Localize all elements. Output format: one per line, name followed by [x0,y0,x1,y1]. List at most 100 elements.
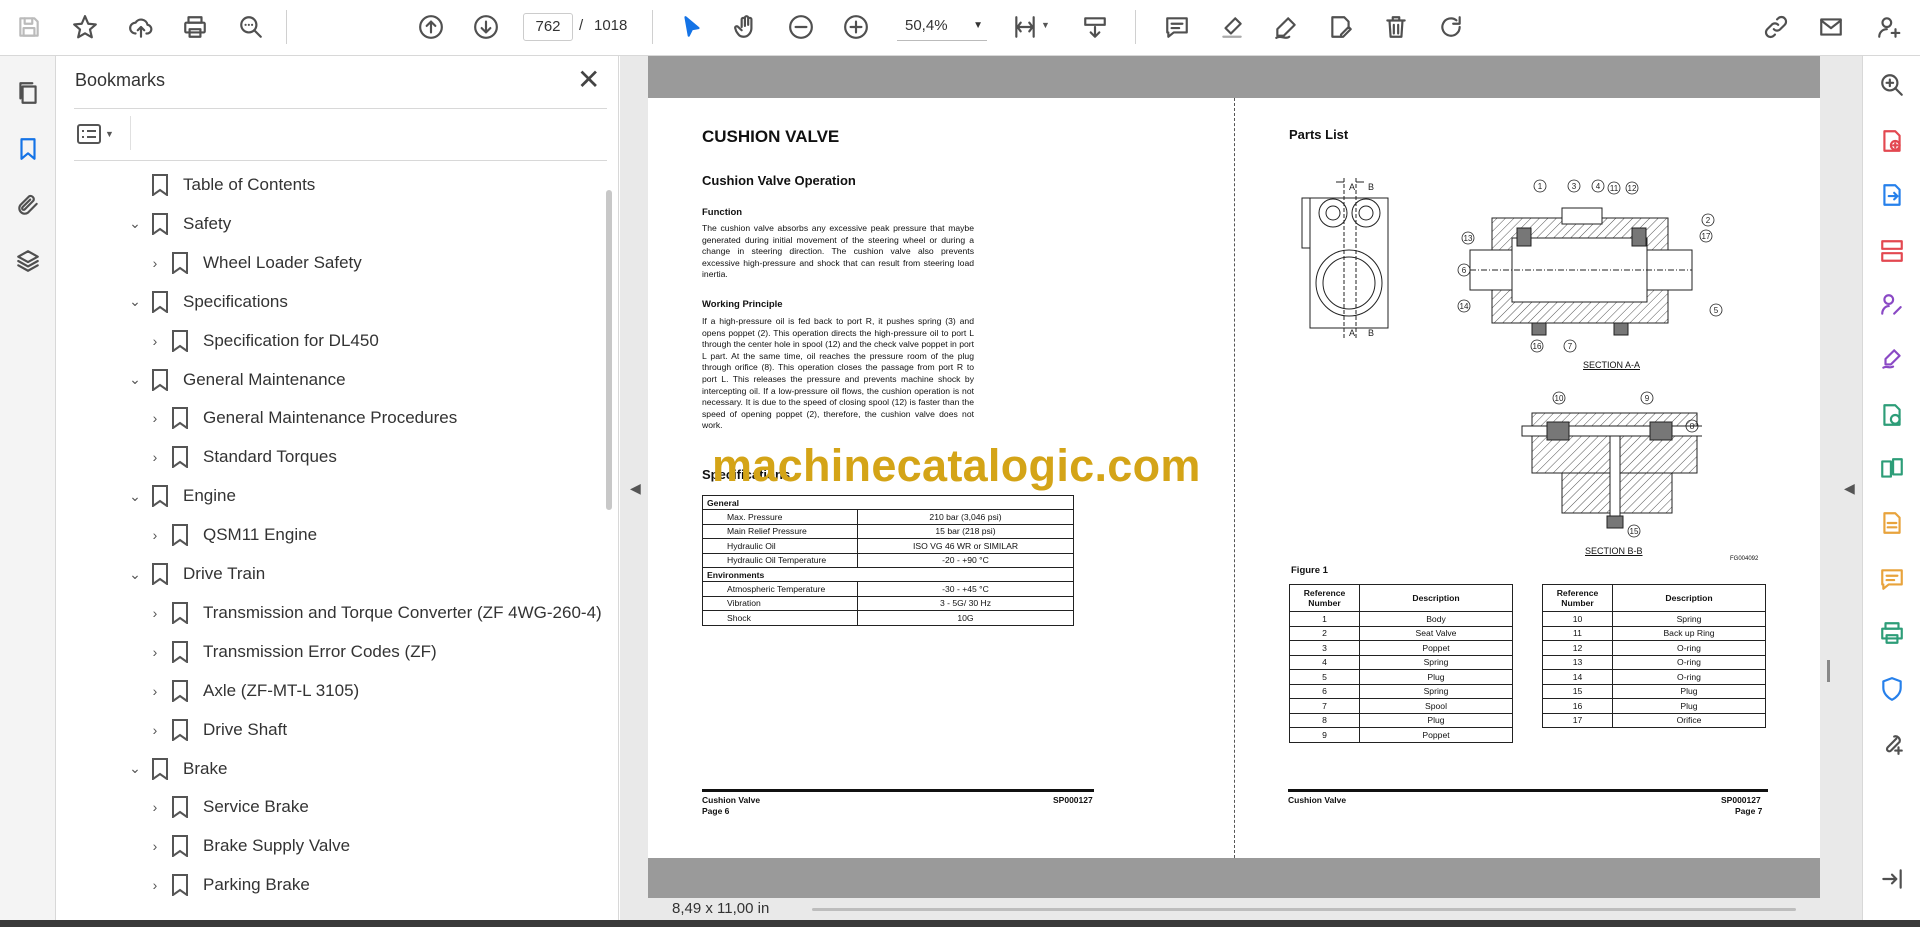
upload-cloud-icon[interactable] [124,10,158,44]
expand-panel-icon[interactable] [1877,864,1907,894]
horizontal-scrollbar[interactable] [812,908,1796,911]
bookmark-item[interactable]: ⌄ Safety [125,206,231,242]
bookmark-item[interactable]: › Wheel Loader Safety [145,245,362,281]
edit-text-icon[interactable] [1324,10,1358,44]
export-pdf-icon[interactable] [1877,180,1907,210]
valve-side-view-drawing: A B A B [1301,178,1389,338]
chevron-down-icon[interactable]: ▼ [1041,20,1050,30]
collapse-left-icon[interactable]: ◀ [630,480,641,497]
chevron-right-icon[interactable]: › [145,722,165,738]
bookmark-item[interactable]: › Specification for DL450 [145,323,379,359]
left-nav-rail [0,56,56,927]
bookmark-options-button[interactable]: ▼ [77,120,125,148]
chevron-right-icon[interactable]: › [145,255,165,271]
highlight-icon[interactable] [1215,10,1249,44]
chevron-right-icon[interactable]: › [145,333,165,349]
find-zoom-icon[interactable] [234,10,268,44]
chevron-down-icon[interactable]: ⌄ [125,760,145,777]
chevron-down-icon[interactable]: ⌄ [125,488,145,505]
fill-sign-icon[interactable] [1877,344,1907,374]
bookmark-label: Parking Brake [203,875,310,895]
chevron-right-icon[interactable]: › [145,877,165,893]
bookmark-item[interactable]: ⌄ General Maintenance [125,362,346,398]
chevron-down-icon[interactable]: ⌄ [125,215,145,232]
organize-pages-icon[interactable] [1877,236,1907,266]
chevron-right-icon[interactable]: › [145,605,165,621]
bookmark-item[interactable]: › Transmission and Torque Converter (ZF 4… [145,595,602,631]
chevron-right-icon[interactable]: › [145,683,165,699]
column-header: Description [1359,584,1513,612]
list-options-icon [77,124,101,144]
chevron-right-icon[interactable]: › [145,527,165,543]
bookmark-item[interactable]: ⌄ Specifications [125,284,288,320]
bookmark-item[interactable]: › General Maintenance Procedures [145,400,457,436]
create-pdf-icon[interactable] [1877,126,1907,156]
footer-rule [1288,789,1768,792]
figure-code: FG004092 [1730,556,1759,562]
send-for-review-icon[interactable] [1877,400,1907,430]
zoom-level-select[interactable]: 50,4% ▼ [897,13,987,41]
vertical-scrollbar[interactable] [1827,660,1830,682]
bookmark-label: Axle (ZF-MT-L 3105) [203,680,360,700]
bookmarks-scrollbar[interactable] [606,190,612,510]
page-number-input[interactable]: 762 [523,13,573,41]
more-tools-icon[interactable] [1877,728,1907,758]
comment-tool-icon[interactable] [1877,564,1907,594]
bookmark-label: Engine [183,486,236,506]
bookmark-item[interactable]: ⌄ Engine [125,478,236,514]
request-signature-icon[interactable] [1877,290,1907,320]
chevron-right-icon[interactable]: › [145,644,165,660]
scrolling-mode-icon[interactable] [1078,10,1112,44]
share-link-icon[interactable] [1759,10,1793,44]
save-icon[interactable] [12,10,46,44]
email-icon[interactable] [1814,10,1848,44]
page-thumbnails-icon[interactable] [11,76,45,110]
draw-icon[interactable] [1269,10,1303,44]
compare-files-icon[interactable] [1877,454,1907,484]
bookmark-item[interactable]: ⌄ Brake [125,751,227,787]
chevron-down-icon[interactable]: ⌄ [125,293,145,310]
star-icon[interactable] [68,10,102,44]
zoom-out-icon[interactable] [784,10,818,44]
chevron-right-icon[interactable]: › [145,838,165,854]
bookmark-icon[interactable] [11,132,45,166]
chevron-down-icon[interactable]: ⌄ [125,371,145,388]
print-production-icon[interactable] [1877,618,1907,648]
bookmark-item[interactable]: › Parking Brake [145,867,310,903]
page-fit-icon[interactable] [1008,10,1042,44]
bookmark-item[interactable]: › Standard Torques [145,439,337,475]
print-icon[interactable] [178,10,212,44]
bookmark-item[interactable]: › Service Brake [145,789,309,825]
chevron-right-icon[interactable]: › [145,799,165,815]
zoom-search-icon[interactable] [1877,70,1907,100]
previous-page-icon[interactable] [414,10,448,44]
chevron-down-icon[interactable]: ⌄ [125,566,145,583]
bookmark-item[interactable]: › QSM11 Engine [145,517,317,553]
bookmark-item[interactable]: ⌄ Drive Train [125,556,265,592]
attachment-icon[interactable] [11,188,45,222]
close-icon[interactable]: ✕ [577,66,600,94]
rotate-icon[interactable] [1434,10,1468,44]
table-header-row: Reference Number Description [1289,584,1513,612]
next-page-icon[interactable] [469,10,503,44]
bookmark-item[interactable]: › Axle (ZF-MT-L 3105) [145,673,359,709]
layers-icon[interactable] [11,244,45,278]
zoom-in-icon[interactable] [839,10,873,44]
bookmark-item[interactable]: Table of Contents [125,167,315,203]
collapse-right-icon[interactable]: ◀ [1844,480,1855,497]
chevron-right-icon[interactable]: › [145,410,165,426]
scan-ocr-icon[interactable] [1877,508,1907,538]
delete-icon[interactable] [1379,10,1413,44]
protect-icon[interactable] [1877,674,1907,704]
chevron-right-icon[interactable]: › [145,449,165,465]
bookmark-flag-icon [171,524,189,548]
table-row: 12 O-ring [1542,640,1766,656]
comment-icon[interactable] [1160,10,1194,44]
bookmark-item[interactable]: › Transmission Error Codes (ZF) [145,634,437,670]
hand-tool-icon[interactable] [729,10,763,44]
table-row: Shock 10G [702,610,1074,626]
add-user-icon[interactable] [1872,10,1906,44]
bookmark-item[interactable]: › Drive Shaft [145,712,287,748]
select-cursor-icon[interactable] [675,10,709,44]
bookmark-item[interactable]: › Brake Supply Valve [145,828,350,864]
